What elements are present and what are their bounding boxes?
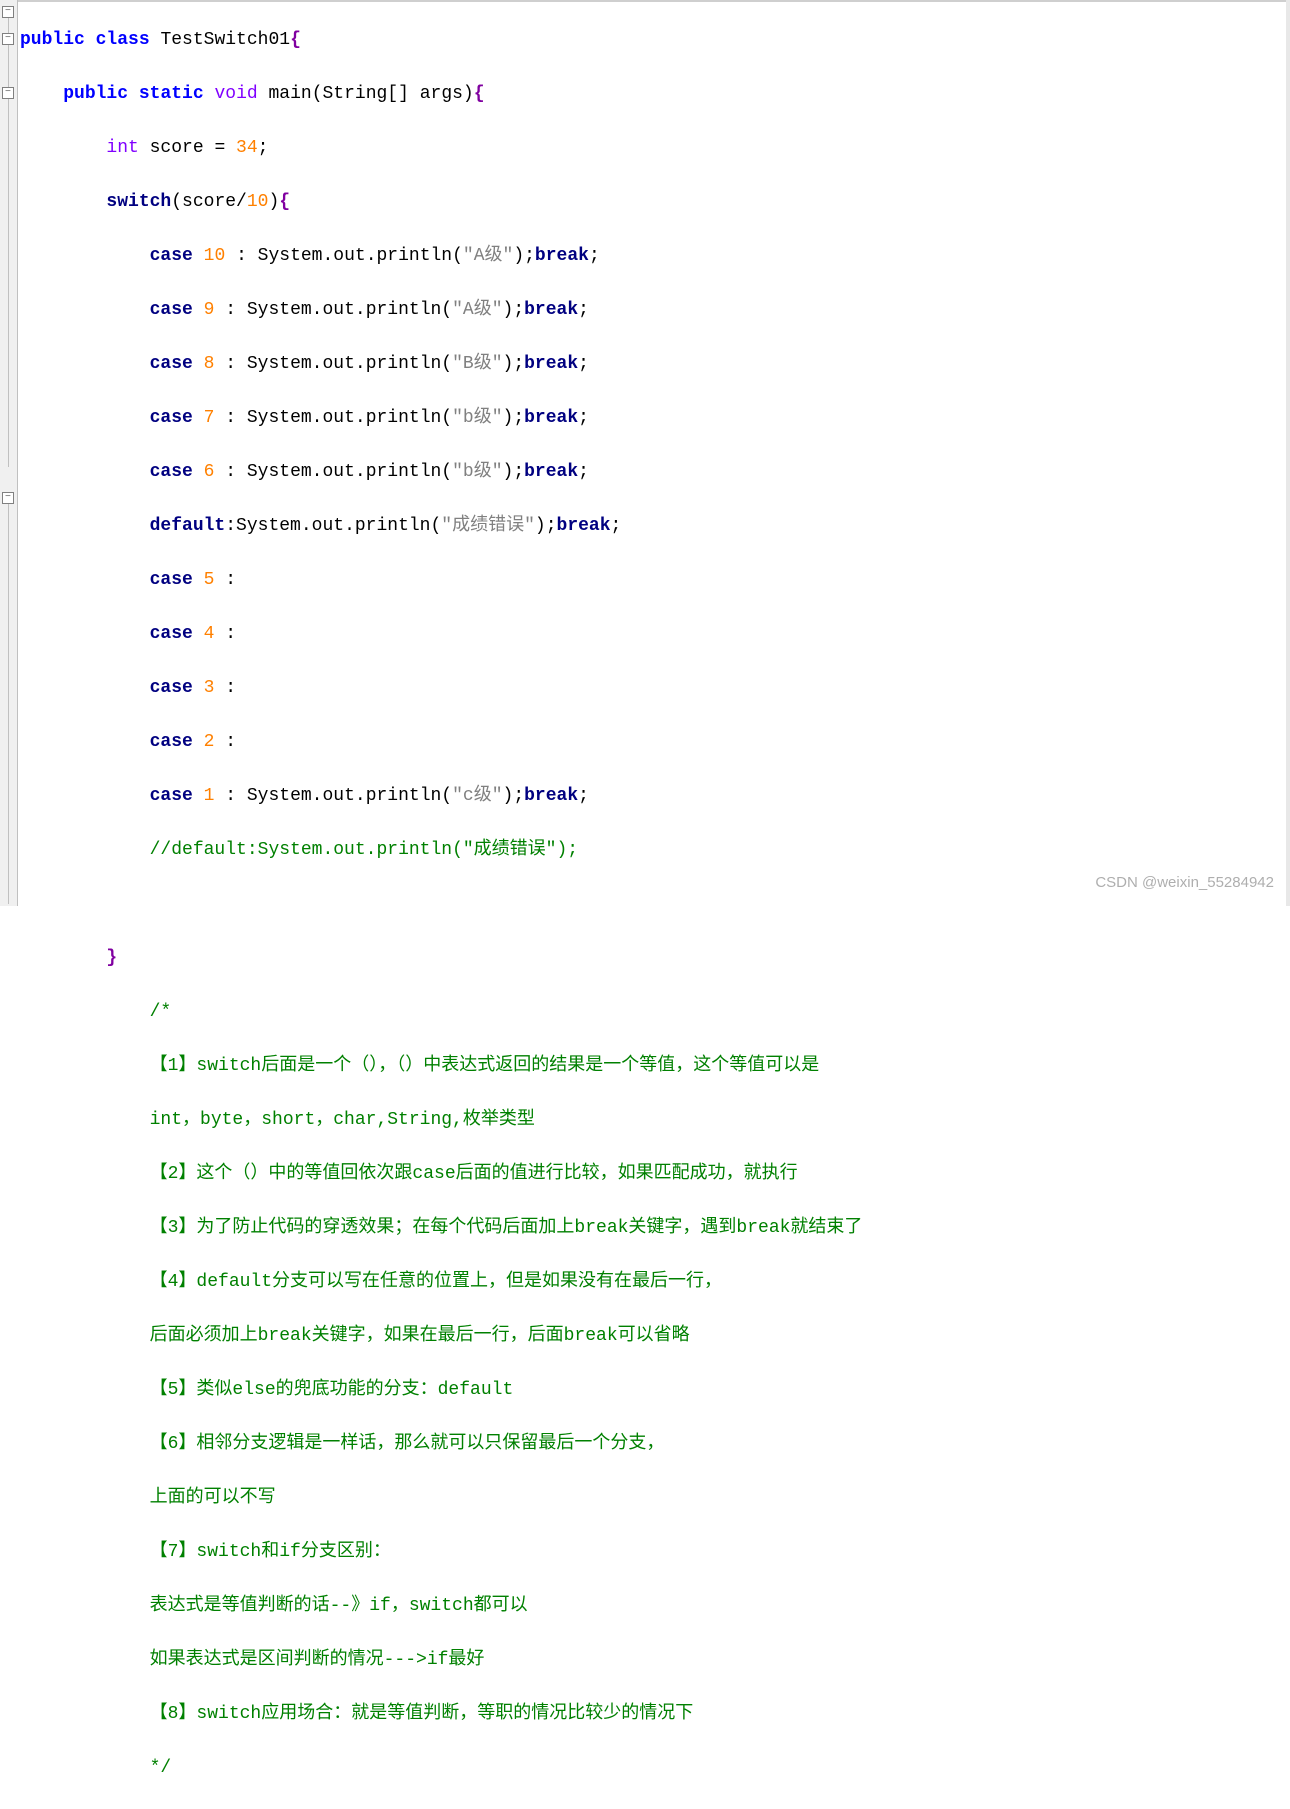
code-line: case 6 : System.out.println("b级");break; — [20, 459, 862, 486]
fold-toggle-icon[interactable]: − — [2, 6, 14, 18]
code-line: case 1 : System.out.println("c级");break; — [20, 783, 862, 810]
code-line: 【8】switch应用场合：就是等值判断，等职的情况比较少的情况下 — [20, 1701, 862, 1728]
code-line: 【3】为了防止代码的穿透效果；在每个代码后面加上break关键字，遇到break… — [20, 1215, 862, 1242]
code-line: */ — [20, 1755, 862, 1782]
fold-guide-line — [8, 99, 9, 467]
code-line: case 2 : — [20, 729, 862, 756]
code-line: default:System.out.println("成绩错误");break… — [20, 513, 862, 540]
code-line: 如果表达式是区间判断的情况--->if最好 — [20, 1647, 862, 1674]
code-line: 后面必须加上break关键字，如果在最后一行，后面break可以省略 — [20, 1323, 862, 1350]
code-line: case 8 : System.out.println("B级");break; — [20, 351, 862, 378]
code-line: 上面的可以不写 — [20, 1485, 862, 1512]
code-line: 【7】switch和if分支区别： — [20, 1539, 862, 1566]
fold-toggle-icon[interactable]: − — [2, 492, 14, 504]
code-editor-content[interactable]: public class TestSwitch01{ public static… — [20, 0, 862, 1809]
code-line: 【6】相邻分支逻辑是一样话，那么就可以只保留最后一个分支， — [20, 1431, 862, 1458]
code-line: 【1】switch后面是一个（），（）中表达式返回的结果是一个等值，这个等值可以… — [20, 1053, 862, 1080]
watermark-text: CSDN @weixin_55284942 — [1095, 869, 1274, 896]
fold-toggle-icon[interactable]: − — [2, 87, 14, 99]
code-line — [20, 891, 862, 918]
code-line: public class TestSwitch01{ — [20, 27, 862, 54]
fold-guide-line — [8, 504, 9, 904]
code-line: int，byte，short，char,String,枚举类型 — [20, 1107, 862, 1134]
code-line: } — [20, 945, 862, 972]
fold-guide-line — [8, 45, 9, 87]
code-line: 表达式是等值判断的话--》if，switch都可以 — [20, 1593, 862, 1620]
code-line: case 4 : — [20, 621, 862, 648]
code-line: 【5】类似else的兜底功能的分支：default — [20, 1377, 862, 1404]
code-line: switch(score/10){ — [20, 189, 862, 216]
fold-toggle-icon[interactable]: − — [2, 33, 14, 45]
code-line: case 7 : System.out.println("b级");break; — [20, 405, 862, 432]
code-line: public static void main(String[] args){ — [20, 81, 862, 108]
code-line: case 5 : — [20, 567, 862, 594]
fold-guide-line — [8, 18, 9, 33]
code-line: 【4】default分支可以写在任意的位置上，但是如果没有在最后一行， — [20, 1269, 862, 1296]
code-line: /* — [20, 999, 862, 1026]
code-line: case 10 : System.out.println("A级");break… — [20, 243, 862, 270]
code-line: int score = 34; — [20, 135, 862, 162]
code-line: 【2】这个（）中的等值回依次跟case后面的值进行比较，如果匹配成功，就执行 — [20, 1161, 862, 1188]
window-right-border — [1286, 0, 1290, 906]
code-line: //default:System.out.println("成绩错误"); — [20, 837, 862, 864]
fold-gutter: − − − − — [0, 0, 18, 906]
code-line: case 9 : System.out.println("A级");break; — [20, 297, 862, 324]
code-line: case 3 : — [20, 675, 862, 702]
